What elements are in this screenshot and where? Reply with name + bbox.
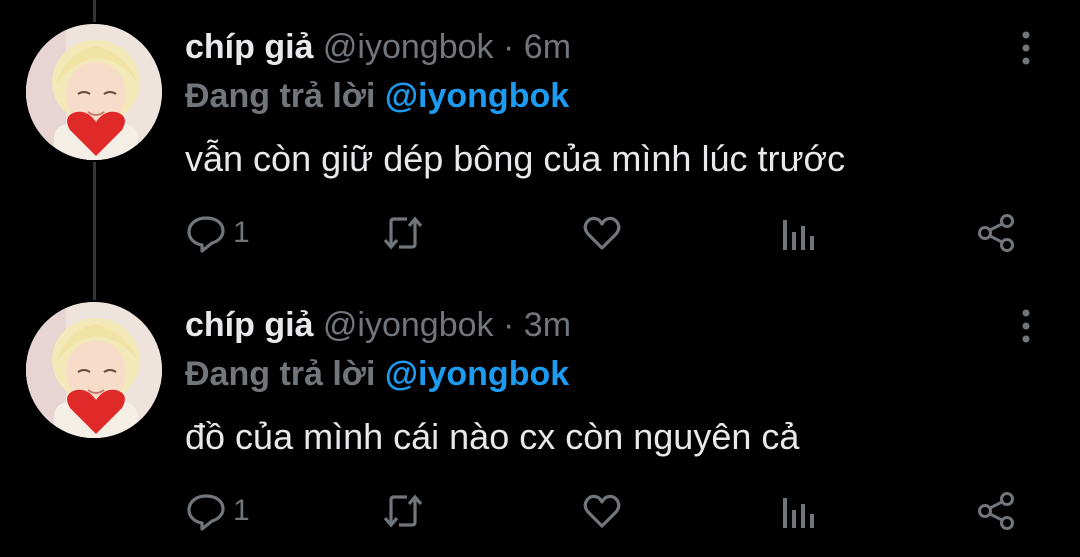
like-icon [581,212,623,254]
retweet-icon [381,212,425,254]
analytics-icon [779,490,819,532]
analytics-button[interactable] [779,486,819,536]
tweet-text: đồ của mình cái nào cx còn nguyên cả [185,416,800,457]
reply-icon [185,212,227,254]
like-button[interactable] [581,208,623,258]
reply-button[interactable]: 1 [185,486,250,536]
replying-to: Đang trả lời @iyongbok [185,75,569,117]
reply-icon [185,490,227,532]
action-bar: 1 [185,486,1035,536]
retweet-icon [381,490,425,532]
replying-label: Đang trả lời [185,355,376,393]
tweet-header: chíp giả @iyongbok · 6m [185,26,571,68]
separator: · [503,28,515,66]
handle[interactable]: @iyongbok [323,28,494,66]
retweet-button[interactable] [381,208,425,258]
reply-count: 1 [233,494,250,527]
tweet-header: chíp giả @iyongbok · 3m [185,304,571,346]
share-icon [975,490,1017,532]
share-button[interactable] [975,486,1017,536]
avatar[interactable] [26,302,162,438]
avatar[interactable] [26,24,162,160]
timestamp[interactable]: 6m [524,28,571,66]
like-button[interactable] [581,486,623,536]
display-name[interactable]: chíp giả [185,28,313,66]
tweet[interactable]: chíp giả @iyongbok · 6m Đang trả lời @iy… [0,0,1080,278]
share-button[interactable] [975,208,1017,258]
analytics-button[interactable] [779,208,819,258]
action-bar: 1 [185,208,1035,258]
reply-count: 1 [233,216,250,249]
more-icon[interactable] [1016,308,1036,344]
replying-label: Đang trả lời [185,77,376,115]
separator: · [503,306,515,344]
mention-link[interactable]: @iyongbok [385,77,569,115]
mention-link[interactable]: @iyongbok [385,355,569,393]
timestamp[interactable]: 3m [524,306,571,344]
reply-button[interactable]: 1 [185,208,250,258]
handle[interactable]: @iyongbok [323,306,494,344]
tweet[interactable]: chíp giả @iyongbok · 3m Đang trả lời @iy… [0,278,1080,556]
display-name[interactable]: chíp giả [185,306,313,344]
more-icon[interactable] [1016,30,1036,66]
share-icon [975,212,1017,254]
replying-to: Đang trả lời @iyongbok [185,353,569,395]
tweet-text: vẫn còn giữ dép bông của mình lúc trước [185,138,846,179]
retweet-button[interactable] [381,486,425,536]
analytics-icon [779,212,819,254]
like-icon [581,490,623,532]
